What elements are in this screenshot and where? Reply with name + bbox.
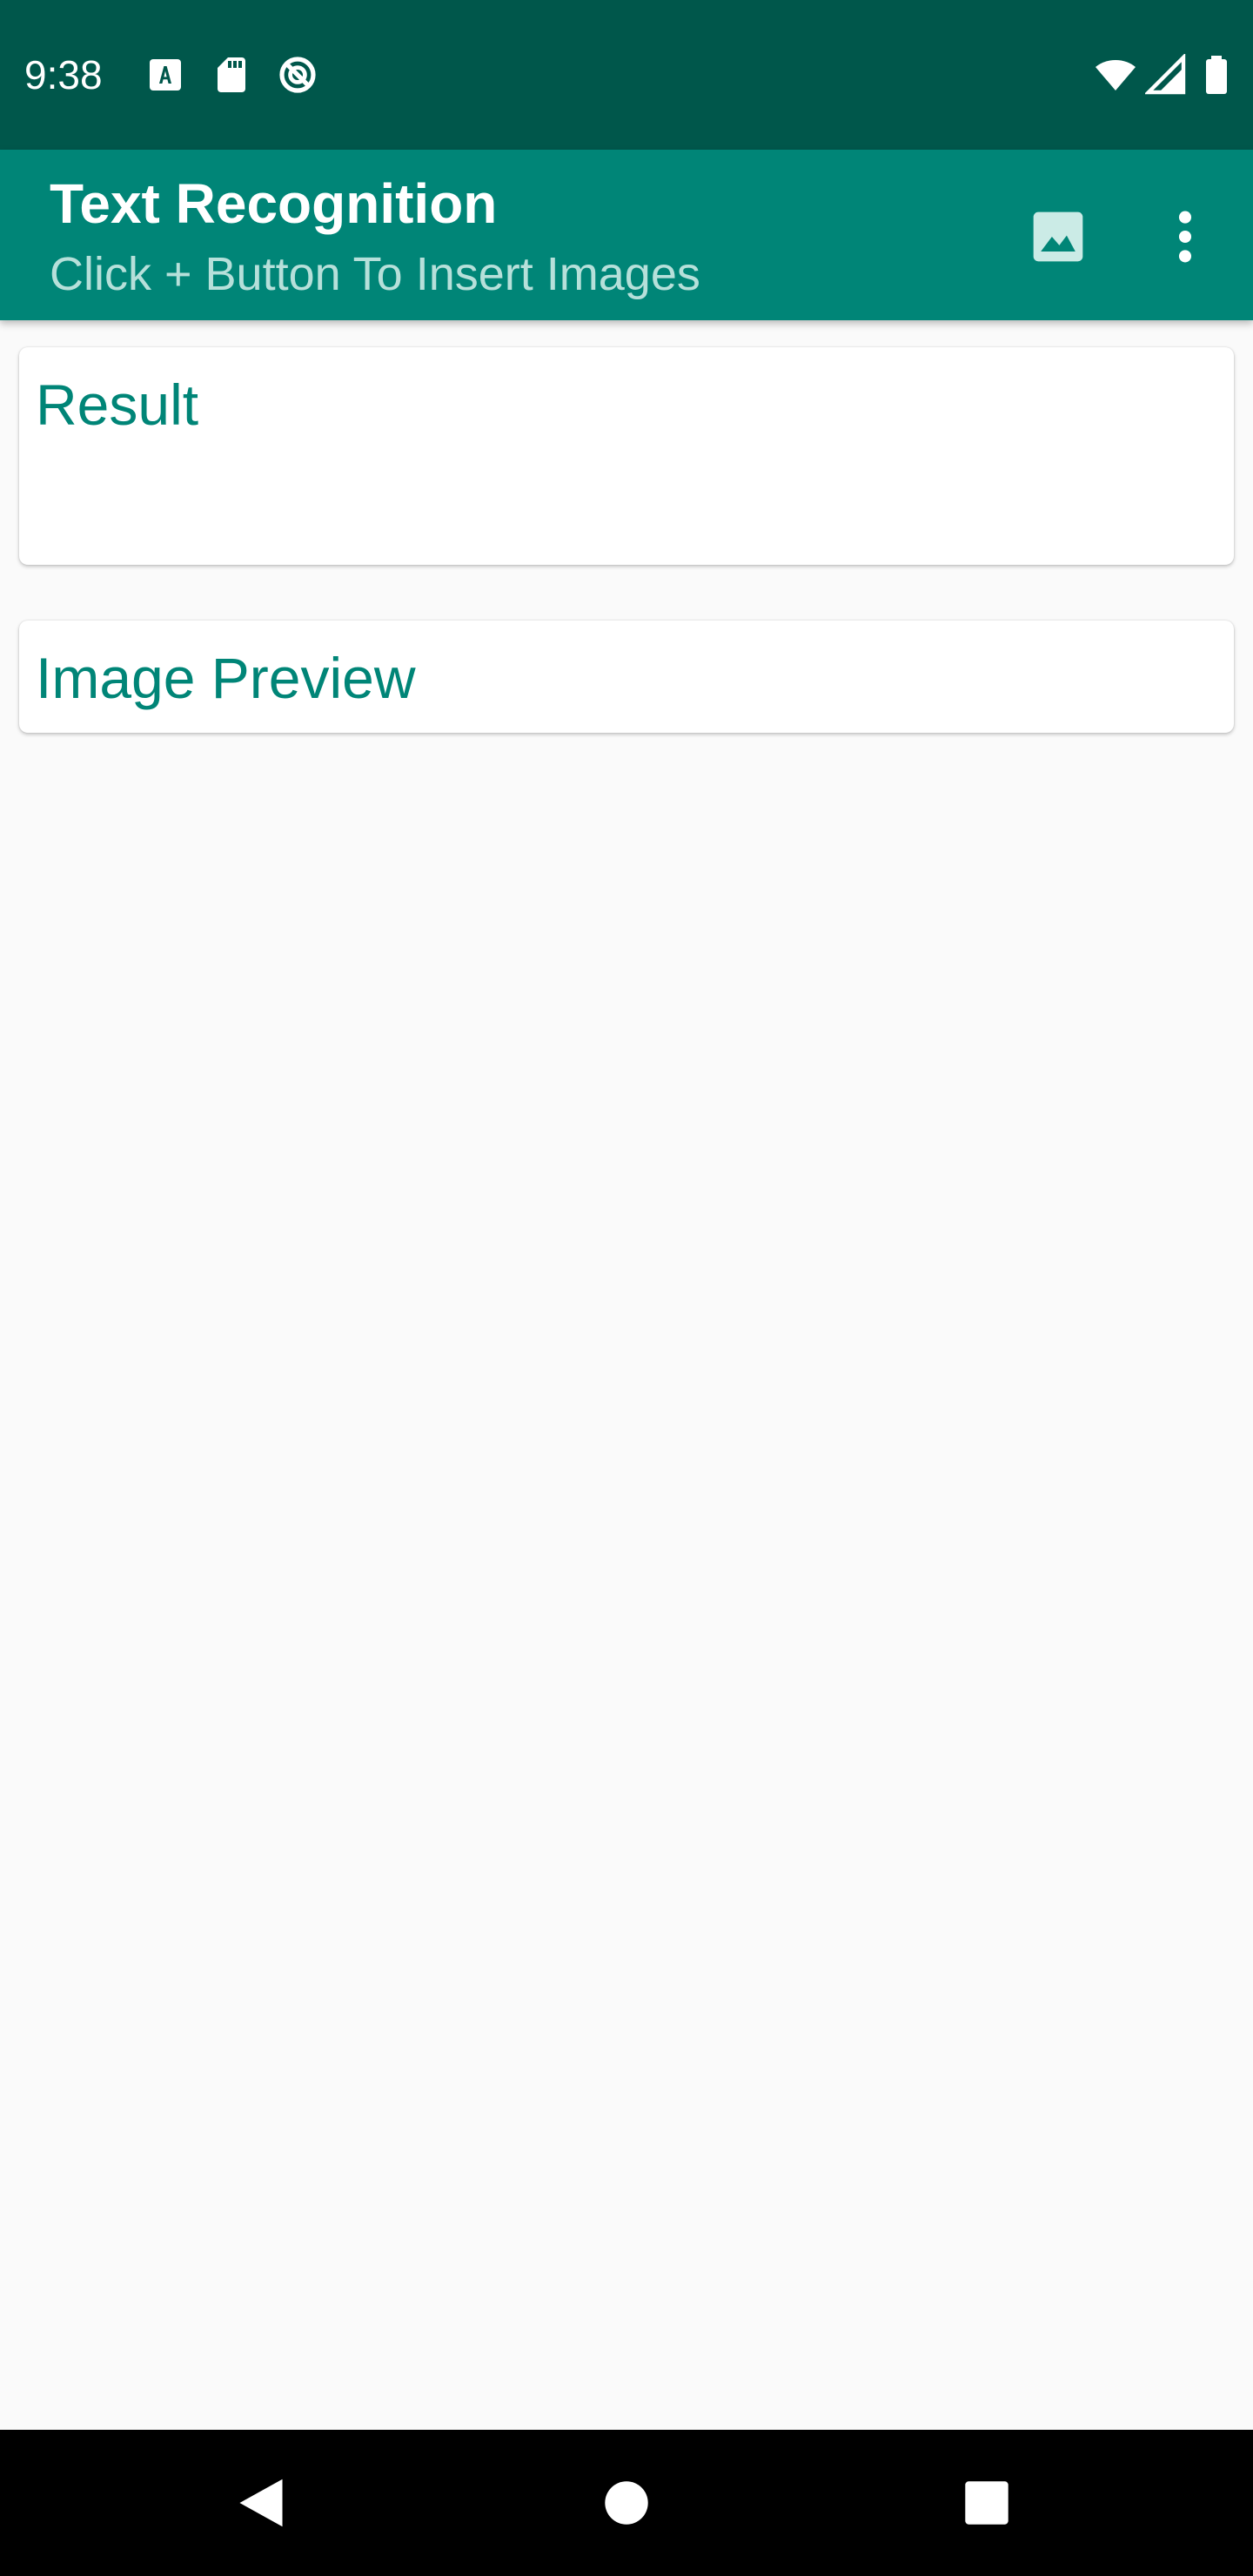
more-vert-icon (1178, 211, 1192, 263)
insert-image-button[interactable] (1006, 184, 1110, 289)
image-preview-title: Image Preview (36, 646, 416, 710)
font-download-icon (144, 54, 186, 96)
sd-card-icon (211, 54, 252, 96)
app-subtitle: Click + Button To Insert Images (50, 248, 700, 300)
overflow-menu-button[interactable] (1133, 184, 1237, 289)
image-preview-card: Image Preview (19, 621, 1234, 733)
app-bar: Text Recognition Click + Button To Inser… (0, 150, 1253, 320)
result-card: Result (19, 347, 1234, 565)
home-icon (605, 2481, 648, 2525)
status-time: 9:38 (24, 52, 103, 97)
recents-button[interactable] (935, 2451, 1039, 2555)
navigation-bar (0, 2430, 1253, 2576)
back-button[interactable] (209, 2451, 313, 2555)
home-button[interactable] (574, 2451, 679, 2555)
wifi-icon (1091, 54, 1140, 96)
cellular-signal-icon (1145, 54, 1187, 96)
do-not-disturb-icon (277, 54, 318, 96)
app-title: Text Recognition (50, 172, 498, 235)
image-icon (1033, 211, 1083, 262)
battery-icon (1199, 54, 1234, 96)
recents-icon (965, 2481, 1008, 2525)
result-title: Result (36, 372, 199, 437)
screen: 9:38 Text Recognition Click + Button To … (0, 0, 1253, 2576)
status-bar: 9:38 (0, 0, 1253, 150)
back-icon (239, 2479, 283, 2527)
